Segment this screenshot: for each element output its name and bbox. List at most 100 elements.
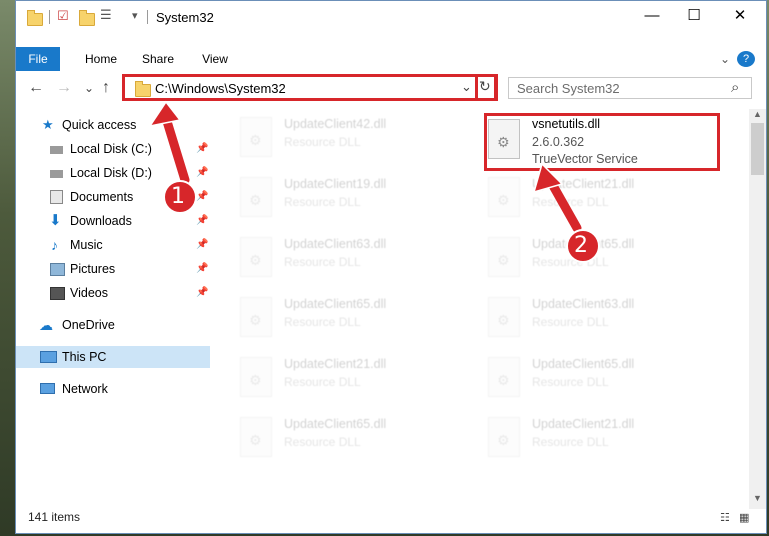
pin-icon[interactable]: 📌	[196, 234, 208, 256]
file-name: UpdateClient21.dll	[532, 177, 635, 191]
file-description: Resource DLL	[532, 195, 609, 209]
up-button[interactable]: ↑	[102, 79, 110, 97]
sidebar-item-label: OneDrive	[62, 318, 115, 332]
expand-ribbon-icon[interactable]: ⌄	[718, 47, 732, 71]
file-name: UpdateClient63.dll	[532, 297, 635, 311]
file-item[interactable]: UpdateClient21.dll Resource DLL	[474, 411, 714, 469]
file-item[interactable]: UpdateClient42.dll Resource DLL	[226, 111, 466, 169]
refresh-highlight-box	[475, 74, 497, 101]
sidebar-item-label: Pictures	[70, 262, 116, 276]
file-item[interactable]: UpdateClient65.dll Resource DLL	[226, 291, 466, 349]
sidebar-item-local-disk-d[interactable]: Local Disk (D:) 📌	[16, 162, 210, 184]
pin-icon[interactable]: 📌	[196, 258, 208, 280]
pin-icon[interactable]: 📌	[196, 210, 208, 232]
file-description: Resource DLL	[532, 375, 609, 389]
pin-icon[interactable]: 📌	[196, 282, 208, 304]
file-item[interactable]: UpdateClient19.dll Resource DLL	[226, 171, 466, 229]
sidebar-item-label: Downloads	[70, 214, 132, 228]
sidebar-item-label: Local Disk (C:)	[70, 142, 152, 156]
title-bar: ☑ ☰ ▾ System32 — ☐ ✕	[16, 1, 766, 33]
file-description: Resource DLL	[532, 315, 609, 329]
sidebar-item-network[interactable]: Network	[16, 378, 210, 400]
tab-share[interactable]: Share	[138, 47, 178, 71]
vertical-scrollbar[interactable]: ▲ ▼	[749, 109, 766, 509]
file-item[interactable]: UpdateClient65.dll Resource DLL	[474, 231, 714, 289]
file-name: UpdateClient65.dll	[284, 417, 387, 431]
file-item[interactable]: UpdateClient63.dll Resource DLL	[474, 291, 714, 349]
recent-locations-button[interactable]: ⌄	[84, 81, 94, 95]
sidebar-item-videos[interactable]: Videos 📌	[16, 282, 210, 304]
sidebar-item-pictures[interactable]: Pictures 📌	[16, 258, 210, 280]
ribbon-tabs: File Home Share View ⌄ ?	[16, 47, 766, 71]
back-button[interactable]: ←	[28, 79, 44, 97]
file-description: Resource DLL	[284, 195, 361, 209]
minimize-button[interactable]: —	[629, 1, 675, 31]
pin-icon[interactable]: 📌	[196, 186, 208, 208]
file-name: UpdateClient63.dll	[284, 237, 387, 251]
properties-icon[interactable]: ☑	[57, 8, 69, 24]
file-item[interactable]: UpdateClient21.dll Resource DLL	[226, 351, 466, 409]
close-button[interactable]: ✕	[717, 1, 763, 31]
scrollbar-thumb[interactable]	[751, 123, 764, 175]
forward-button[interactable]: →	[56, 79, 72, 97]
sidebar-item-music[interactable]: ♪ Music 📌	[16, 234, 210, 256]
maximize-button[interactable]: ☐	[671, 1, 717, 31]
file-item[interactable]: UpdateClient63.dll Resource DLL	[226, 231, 466, 289]
scroll-up-icon[interactable]: ▲	[753, 109, 762, 119]
large-icons-view-icon[interactable]: ▦	[739, 511, 749, 524]
file-name: UpdateClient65.dll	[284, 297, 387, 311]
customize-toolbar-icon[interactable]: ☰	[100, 7, 112, 23]
dll-file-icon	[240, 297, 272, 337]
scroll-down-icon[interactable]: ▼	[753, 493, 762, 503]
file-item[interactable]: UpdateClient65.dll Resource DLL	[474, 351, 714, 409]
cloud-icon: ☁	[39, 317, 53, 333]
file-description: Resource DLL	[284, 135, 361, 149]
music-icon: ♪	[51, 237, 58, 253]
file-item[interactable]: UpdateClient65.dll Resource DLL	[226, 411, 466, 469]
new-folder-icon[interactable]	[79, 10, 95, 26]
tab-file[interactable]: File	[16, 47, 60, 71]
file-explorer-window: ☑ ☰ ▾ System32 — ☐ ✕ File Home Share Vie…	[15, 0, 767, 534]
dll-file-icon	[240, 117, 272, 157]
sidebar-item-label: Local Disk (D:)	[70, 166, 152, 180]
sidebar-item-label: This PC	[62, 350, 107, 364]
folder-icon	[27, 10, 43, 26]
sidebar-item-local-disk-c[interactable]: Local Disk (C:) 📌	[16, 138, 210, 160]
item-count: 141 items	[28, 510, 81, 524]
pictures-icon	[50, 263, 65, 276]
address-highlight-box	[122, 74, 498, 101]
dll-file-icon	[488, 357, 520, 397]
file-description: Resource DLL	[532, 255, 609, 269]
drive-icon	[50, 170, 63, 178]
step-1-number: 1	[171, 184, 185, 209]
sidebar-item-quick-access[interactable]: ★ Quick access	[16, 114, 210, 136]
help-icon[interactable]: ?	[737, 51, 755, 67]
file-description: Resource DLL	[284, 255, 361, 269]
sidebar-item-this-pc[interactable]: This PC	[16, 346, 210, 368]
file-description: Resource DLL	[284, 375, 361, 389]
search-placeholder: Search System32	[517, 81, 620, 96]
file-description: Resource DLL	[284, 435, 361, 449]
file-description: Resource DLL	[532, 435, 609, 449]
sidebar-item-onedrive[interactable]: ☁ OneDrive	[16, 314, 210, 336]
sidebar-item-label: Videos	[70, 286, 108, 300]
dll-file-icon	[488, 297, 520, 337]
details-view-icon[interactable]: ☷	[720, 511, 730, 524]
pin-icon[interactable]: 📌	[196, 138, 208, 160]
dll-file-icon	[488, 417, 520, 457]
pin-icon[interactable]: 📌	[196, 162, 208, 184]
tab-view[interactable]: View	[197, 47, 233, 71]
search-input[interactable]: Search System32 ⌕	[508, 77, 752, 99]
sidebar-item-label: Quick access	[62, 118, 137, 132]
documents-icon	[50, 190, 63, 204]
quick-access-dropdown-icon[interactable]: ▾	[132, 9, 138, 25]
sidebar-item-downloads[interactable]: ⬇ Downloads 📌	[16, 210, 210, 232]
file-name: UpdateClient21.dll	[284, 357, 387, 371]
window-title: System32	[156, 10, 214, 25]
tab-home[interactable]: Home	[78, 47, 124, 71]
file-item[interactable]: UpdateClient21.dll Resource DLL	[474, 171, 714, 229]
sidebar-item-label: Network	[62, 382, 108, 396]
star-icon: ★	[42, 117, 54, 132]
search-icon[interactable]: ⌕	[731, 79, 739, 96]
file-description: Resource DLL	[284, 315, 361, 329]
